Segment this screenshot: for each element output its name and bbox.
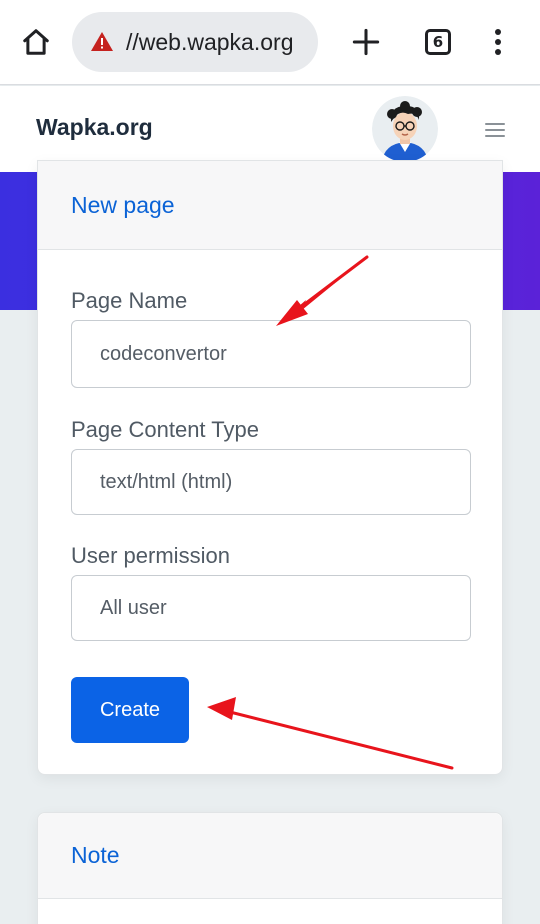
home-icon [23, 29, 49, 55]
warning-triangle-icon[interactable] [90, 30, 114, 54]
browser-menu-button[interactable] [476, 20, 520, 64]
tab-switcher-button[interactable]: 6 [416, 20, 460, 64]
note-card: Note [37, 812, 503, 924]
user-permission-label: User permission [71, 543, 230, 568]
url-text: //web.wapka.org [126, 28, 294, 55]
new-page-card-header: New page [38, 161, 502, 250]
site-menu-button[interactable] [480, 118, 510, 142]
new-page-title: New page [71, 191, 175, 218]
more-vert-icon [495, 29, 501, 55]
new-tab-button[interactable] [344, 20, 388, 64]
note-card-header: Note [38, 813, 502, 899]
site-brand[interactable]: Wapka.org [36, 114, 153, 141]
note-title: Note [71, 842, 120, 868]
home-button[interactable] [14, 20, 58, 64]
content-type-select[interactable]: text/html (html) [71, 449, 471, 515]
page-name-label: Page Name [71, 288, 188, 313]
hamburger-icon [485, 123, 505, 137]
user-permission-select[interactable]: All user [71, 575, 471, 641]
address-bar[interactable]: //web.wapka.org [72, 12, 318, 72]
tab-count: 6 [425, 29, 451, 55]
browser-toolbar: //web.wapka.org 6 [0, 0, 540, 85]
content-type-label: Page Content Type [71, 417, 259, 442]
new-page-card: New page Page Name codeconvertor Page Co… [37, 160, 503, 775]
plus-icon [352, 28, 380, 56]
user-avatar[interactable] [372, 96, 438, 162]
create-button[interactable]: Create [71, 677, 189, 743]
avatar-illustration [372, 96, 438, 162]
page-name-input[interactable]: codeconvertor [71, 320, 471, 388]
